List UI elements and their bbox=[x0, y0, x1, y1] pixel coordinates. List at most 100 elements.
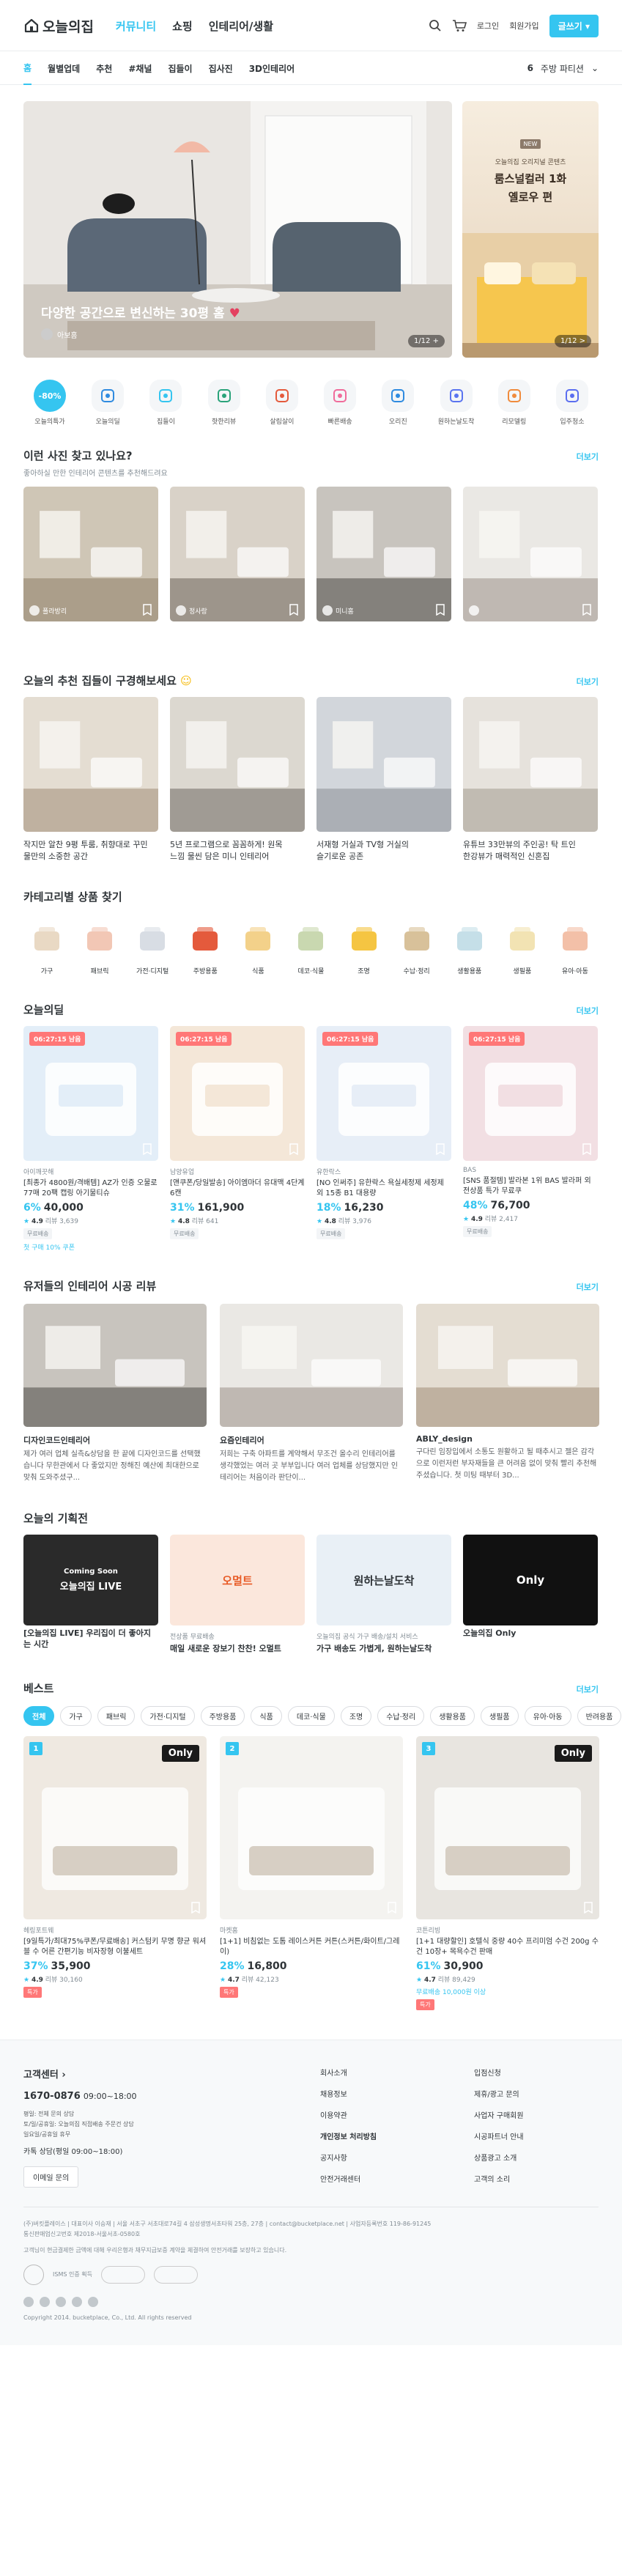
tab-3d[interactable]: 3D인테리어 bbox=[249, 62, 295, 75]
category-item[interactable]: 가구 bbox=[23, 919, 70, 975]
best-category-chip[interactable]: 데코·식물 bbox=[287, 1706, 335, 1726]
best-more-link[interactable]: 더보기 bbox=[577, 1683, 599, 1695]
best-category-chip[interactable]: 생활용품 bbox=[430, 1706, 475, 1726]
photos-more-link[interactable]: 더보기 bbox=[577, 451, 599, 462]
category-item[interactable]: 생활용품 bbox=[446, 919, 493, 975]
side-banner[interactable]: NEW 오늘의집 오리지널 콘텐츠 룸스널컬러 1화 옐로우 편 1/12 > bbox=[462, 101, 599, 358]
reviews-more-link[interactable]: 더보기 bbox=[577, 1281, 599, 1293]
quick-item-7[interactable]: 원하는날도착 bbox=[433, 380, 480, 426]
quick-item-3[interactable]: 핫한리뷰 bbox=[201, 380, 248, 426]
quick-item-6[interactable]: 오리진 bbox=[374, 380, 421, 426]
footer-link[interactable]: 제휴/광고 문의 bbox=[474, 2088, 599, 2099]
facebook-icon[interactable] bbox=[40, 2297, 50, 2307]
review-card[interactable]: 요즘인테리어 저희는 구축 아파트를 계약해서 무조건 올수리 인테리어를 생각했… bbox=[220, 1304, 403, 1484]
category-item[interactable]: 데코·식물 bbox=[287, 919, 334, 975]
logo[interactable]: 오늘의집 bbox=[23, 16, 94, 36]
footer-link[interactable]: 개인정보 처리방침 bbox=[320, 2130, 445, 2141]
footer-link[interactable]: 입점신청 bbox=[474, 2067, 599, 2078]
best-category-chip[interactable]: 패브릭 bbox=[97, 1706, 136, 1726]
bookmark-icon[interactable] bbox=[142, 1143, 152, 1155]
footer-link[interactable]: 안전거래센터 bbox=[320, 2173, 445, 2184]
best-category-chip[interactable]: 식품 bbox=[251, 1706, 282, 1726]
photo-card[interactable]: 폴라방리 bbox=[23, 487, 158, 621]
category-item[interactable]: 패브릭 bbox=[76, 919, 123, 975]
nav-community[interactable]: 커뮤니티 bbox=[116, 18, 156, 34]
category-item[interactable]: 유아·아동 bbox=[552, 919, 599, 975]
login-link[interactable]: 로그인 bbox=[477, 20, 499, 32]
best-card[interactable]: 3 Only 코튼리빙 [1+1 대량할인] 호텔식 중량 40수 프리미엄 수건 2… bbox=[416, 1736, 599, 2010]
tab-monthly[interactable]: 월별업데 bbox=[48, 62, 80, 75]
bookmark-icon[interactable] bbox=[142, 604, 152, 616]
review-card[interactable]: 디자인코드인테리어 제가 여러 업체 실측&상담을 한 끝에 디자인코드를 선택했… bbox=[23, 1304, 207, 1484]
review-card[interactable]: ABLY_design 구다린 임장입에서 소통도 원활하고 될 때추시고 젤은 … bbox=[416, 1304, 599, 1484]
plan-card[interactable]: Coming Soon 오늘의집 LIVE [오늘의집 LIVE] 우리집이 더 좋… bbox=[23, 1535, 158, 1654]
house-card[interactable]: 작지만 알찬 9평 투룸, 취향대로 꾸민 물만의 소중한 공간 bbox=[23, 697, 158, 863]
best-category-chip[interactable]: 반려용품 bbox=[577, 1706, 622, 1726]
plan-card[interactable]: 오멀트 전상품 무료배송 매일 새로운 장보기 찬찬! 오멀트 bbox=[170, 1535, 305, 1654]
best-category-chip[interactable]: 생필품 bbox=[481, 1706, 519, 1726]
plan-card[interactable]: 원하는날도착 오늘의집 공식 가구 배송/설치 서비스 가구 배송도 가볍게, 원하… bbox=[316, 1535, 451, 1654]
best-card[interactable]: 1 Only 헤링포트웨 [9일특가/최대75%쿠폰/무료배송] 커스텀키 무명 향균… bbox=[23, 1736, 207, 2010]
best-category-chip[interactable]: 유아·아동 bbox=[524, 1706, 571, 1726]
cs-title[interactable]: 고객센터 › bbox=[23, 2067, 320, 2081]
youtube-icon[interactable] bbox=[56, 2297, 66, 2307]
houses-more-link[interactable]: 더보기 bbox=[577, 676, 599, 687]
kakao-icon[interactable] bbox=[72, 2297, 82, 2307]
best-category-chip[interactable]: 가구 bbox=[60, 1706, 92, 1726]
best-card[interactable]: 2 마켓홈 [1+1] 비침없는 도톰 레이스커튼 커튼(스커튼/화이트/그레이) 2… bbox=[220, 1736, 403, 2010]
deal-card[interactable]: 06:27:15 남음 BAS [SNS 품절템] 발라본 1위 BAS 발라퍼 외… bbox=[463, 1026, 598, 1252]
category-item[interactable]: 조명 bbox=[341, 919, 388, 975]
quick-item-9[interactable]: 입주청소 bbox=[549, 380, 596, 426]
tab-recommend[interactable]: 추천 bbox=[96, 62, 112, 75]
category-item[interactable]: 식품 bbox=[234, 919, 281, 975]
bookmark-icon[interactable] bbox=[582, 1143, 592, 1155]
quick-item-5[interactable]: 빠른배송 bbox=[316, 380, 363, 426]
category-item[interactable]: 주방용품 bbox=[182, 919, 229, 975]
best-category-chip[interactable]: 조명 bbox=[340, 1706, 372, 1726]
cart-icon[interactable] bbox=[452, 19, 467, 32]
category-item[interactable]: 가전·디지털 bbox=[129, 919, 176, 975]
bookmark-icon[interactable] bbox=[582, 604, 592, 616]
nav-interior[interactable]: 인테리어/생활 bbox=[209, 18, 273, 34]
quick-item-2[interactable]: 집들이 bbox=[142, 380, 189, 426]
footer-link[interactable]: 시공파트너 안내 bbox=[474, 2130, 599, 2141]
tab-channel[interactable]: #채널 bbox=[128, 62, 152, 75]
photo-card[interactable]: 정사랑 bbox=[170, 487, 305, 621]
house-card[interactable]: 서재형 거실과 TV형 거실의 슬기로운 공존 bbox=[316, 697, 451, 863]
footer-link[interactable]: 고객의 소리 bbox=[474, 2173, 599, 2184]
house-card[interactable]: 유튜브 33만뷰의 주인공! 탁 트인 한강뷰가 매력적인 신혼집 bbox=[463, 697, 598, 863]
best-category-chip[interactable]: 수납·정리 bbox=[377, 1706, 425, 1726]
plan-card[interactable]: Only 오늘의집 Only bbox=[463, 1535, 598, 1654]
email-button[interactable]: 이메일 문의 bbox=[23, 2166, 79, 2188]
category-item[interactable]: 수납·정리 bbox=[393, 919, 440, 975]
footer-link[interactable]: 채용정보 bbox=[320, 2088, 445, 2099]
bookmark-icon[interactable] bbox=[435, 604, 445, 616]
signup-link[interactable]: 회원가입 bbox=[509, 20, 538, 32]
footer-link[interactable]: 상품광고 소개 bbox=[474, 2152, 599, 2163]
nav-shopping[interactable]: 쇼핑 bbox=[172, 18, 193, 34]
tab-photos[interactable]: 집사진 bbox=[209, 62, 233, 75]
deal-card[interactable]: 06:27:15 남음 남양유업 [앤쿠폰/당일발송] 아이엠마더 유대맥 4단계 … bbox=[170, 1026, 305, 1252]
tab-home[interactable]: 홈 bbox=[23, 52, 32, 85]
bookmark-icon[interactable] bbox=[190, 1902, 201, 1913]
bookmark-icon[interactable] bbox=[387, 1902, 397, 1913]
trend-keyword[interactable]: 6 주방 파티션 ⌄ bbox=[527, 62, 599, 75]
write-button[interactable]: 글쓰기 ▾ bbox=[549, 14, 599, 37]
photo-card[interactable]: 미니홈 bbox=[316, 487, 451, 621]
tab-housewarming[interactable]: 집들이 bbox=[168, 62, 192, 75]
category-item[interactable]: 생필품 bbox=[499, 919, 546, 975]
footer-link[interactable]: 이용약관 bbox=[320, 2109, 445, 2120]
footer-link[interactable]: 공지사항 bbox=[320, 2152, 445, 2163]
footer-link[interactable]: 사업자 구매회원 bbox=[474, 2109, 599, 2120]
bookmark-icon[interactable] bbox=[289, 604, 299, 616]
blog-icon[interactable] bbox=[88, 2297, 98, 2307]
deal-card[interactable]: 06:27:15 남음 유한락스 [NO 인써주] 유한락스 욕실세정제 세정제 외… bbox=[316, 1026, 451, 1252]
house-card[interactable]: 5년 프로그램으로 꼼꼼하게! 원목 느낌 물씬 담은 미니 인테리어 bbox=[170, 697, 305, 863]
photo-card[interactable] bbox=[463, 487, 598, 621]
bookmark-icon[interactable] bbox=[435, 1143, 445, 1155]
quick-item-1[interactable]: 오늘의딜 bbox=[84, 380, 131, 426]
best-category-chip[interactable]: 주방용품 bbox=[200, 1706, 245, 1726]
best-category-chip[interactable]: 전체 bbox=[23, 1706, 55, 1726]
best-category-chip[interactable]: 가전·디지털 bbox=[141, 1706, 195, 1726]
hero-banner[interactable]: 다양한 공간으로 변신하는 30평 홈 ♥ 아보홈 1/12 + bbox=[23, 101, 452, 358]
